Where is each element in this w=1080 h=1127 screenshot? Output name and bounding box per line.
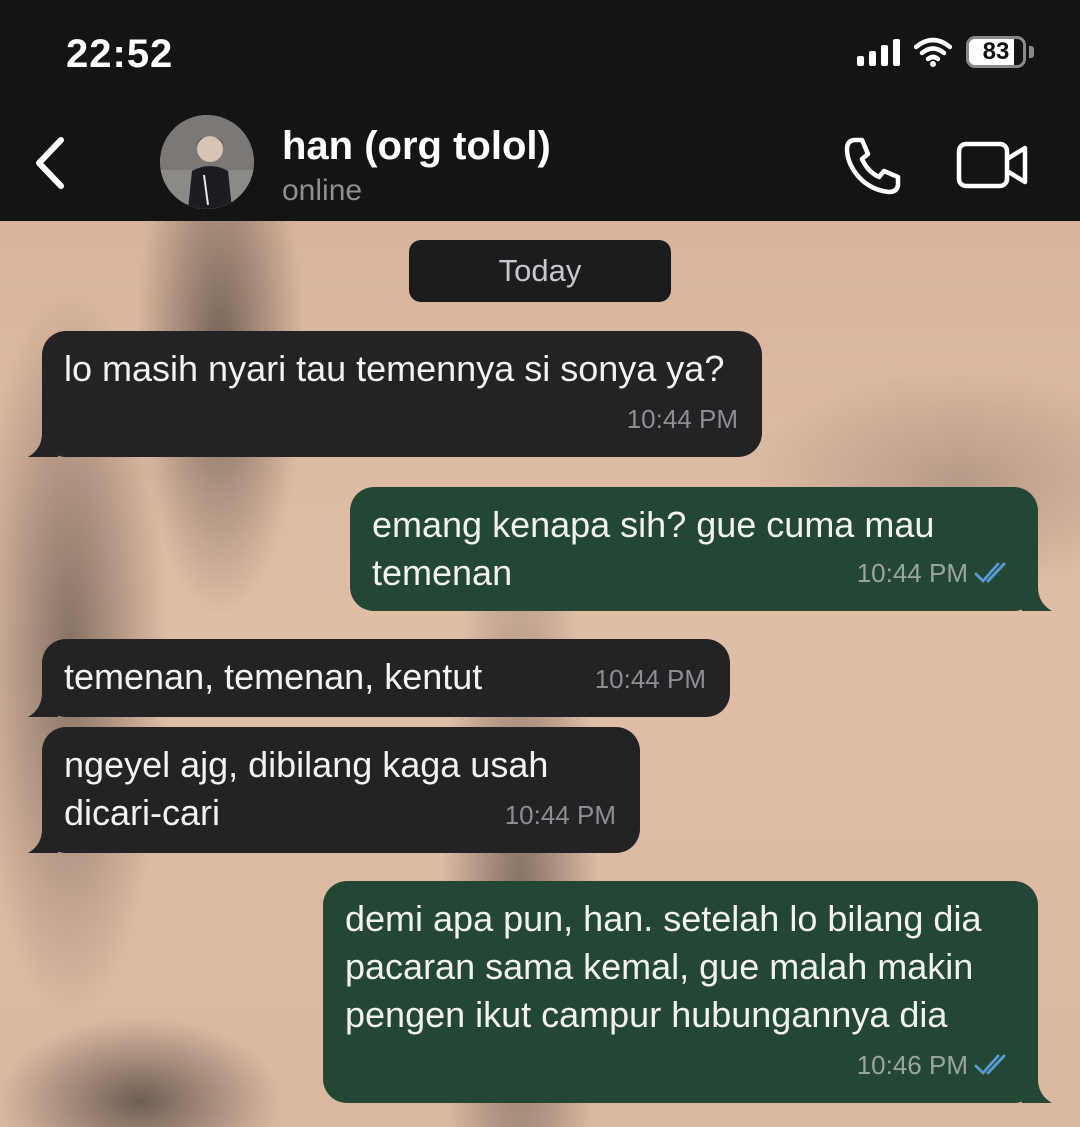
battery-tip bbox=[1029, 46, 1034, 58]
wifi-icon bbox=[914, 37, 952, 67]
contact-avatar[interactable] bbox=[160, 115, 254, 209]
avatar-photo bbox=[160, 115, 254, 209]
message-bubble-outgoing[interactable]: emang kenapa sih? gue cuma mau temenan 1… bbox=[350, 487, 1052, 611]
contact-name[interactable]: han (org tolol) bbox=[282, 124, 551, 169]
message-time: 10:46 PM bbox=[856, 1050, 968, 1080]
message-text: lo masih nyari tau temennya si sonya ya? bbox=[64, 348, 725, 389]
message-meta: 10:44 PM bbox=[857, 549, 1014, 597]
message-meta: 10:44 PM bbox=[505, 791, 616, 839]
message-meta: 10:46 PM bbox=[857, 1041, 1014, 1089]
message-time: 10:44 PM bbox=[626, 404, 738, 434]
message-text: temenan, temenan, kentut bbox=[64, 656, 483, 697]
contact-status: online bbox=[282, 174, 363, 207]
message-bubble-incoming[interactable]: temenan, temenan, kentut 10:44 PM bbox=[28, 639, 730, 717]
battery-icon: 83 bbox=[966, 36, 1026, 68]
video-call-button[interactable] bbox=[955, 140, 1031, 190]
message-bubble-incoming[interactable]: lo masih nyari tau temennya si sonya ya?… bbox=[28, 331, 762, 457]
read-receipt-icon bbox=[974, 562, 1006, 584]
bubble-tail bbox=[1022, 587, 1052, 611]
video-camera-icon bbox=[956, 141, 1028, 189]
date-separator: Today bbox=[409, 240, 671, 302]
chat-area[interactable]: Today lo masih nyari tau temennya si son… bbox=[0, 221, 1080, 1127]
top-bar: 22:52 83 han (org tolol) online bbox=[0, 0, 1080, 221]
back-button[interactable] bbox=[20, 128, 80, 198]
message-time: 10:44 PM bbox=[856, 558, 968, 588]
message-meta: 10:44 PM bbox=[595, 655, 706, 703]
bubble-tail bbox=[28, 829, 58, 853]
bubble-tail bbox=[28, 433, 58, 457]
message-bubble-outgoing[interactable]: demi apa pun, han. setelah lo bilang dia… bbox=[323, 881, 1052, 1103]
cellular-signal-icon bbox=[857, 38, 900, 66]
read-receipt-icon bbox=[974, 1054, 1006, 1076]
message-text: demi apa pun, han. setelah lo bilang dia… bbox=[345, 898, 982, 1035]
chat-screen: 22:52 83 han (org tolol) online Today lo… bbox=[0, 0, 1080, 1127]
status-icons: 83 bbox=[857, 36, 1034, 68]
status-time: 22:52 bbox=[66, 32, 174, 76]
message-bubble-incoming[interactable]: ngeyel ajg, dibilang kaga usah dicari-ca… bbox=[28, 727, 640, 853]
bubble-tail bbox=[28, 693, 58, 717]
battery-percent: 83 bbox=[982, 38, 1010, 65]
bubble-tail bbox=[1022, 1079, 1052, 1103]
chevron-left-icon bbox=[36, 137, 64, 189]
voice-call-button[interactable] bbox=[840, 132, 906, 198]
message-time: 10:44 PM bbox=[504, 800, 616, 830]
phone-icon bbox=[844, 137, 901, 195]
message-meta: 10:44 PM bbox=[627, 395, 738, 443]
message-time: 10:44 PM bbox=[594, 664, 706, 694]
